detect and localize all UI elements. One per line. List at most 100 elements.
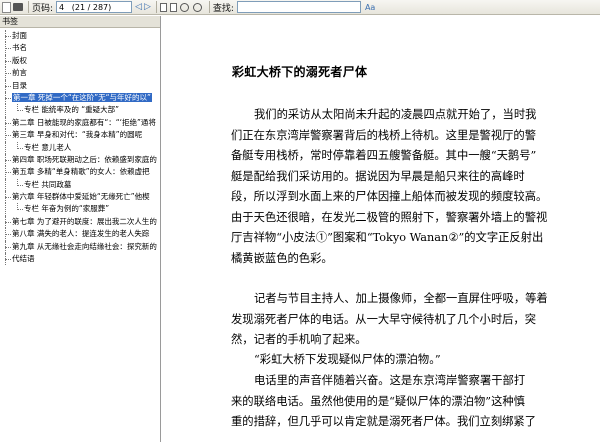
bookmark-item[interactable]: 第五章 多精“单身精歌”的女人：依赖虚把 <box>0 166 160 179</box>
bookmark-item[interactable]: 封面 <box>0 30 160 43</box>
toolbar-separator <box>28 1 29 13</box>
search-label: 查找: <box>212 3 234 14</box>
bookmark-tree: 封面书名版权前言目录第一章 死掉一个“在这阶”无“与年好的以” 专栏 能统率及的 … <box>0 28 160 266</box>
text-line: 们正在东京湾岸警察署背后的栈桥上待机。这里是警视厅的警 <box>231 128 537 142</box>
text-line: 我们的采访从太阳尚未升起的凌晨四点就开始了，当时我 <box>254 108 537 121</box>
bookmark-label: 版权 <box>12 55 27 65</box>
bookmark-label: 第九章 从无缘社会走向结缘社会：探究新的 <box>12 241 157 251</box>
tree-connector <box>5 246 11 248</box>
text-line: 重的措辞，但几乎可以肯定就是溺死者尸体。我们立刻绑紧了 <box>231 415 537 428</box>
tree-connector <box>5 97 11 99</box>
bookmark-label: 书名 <box>12 43 27 53</box>
bookmark-item[interactable]: 第九章 从无缘社会走向结缘社会：探究新的 <box>0 240 160 254</box>
toolbar: 页码: ◁ ▷ 查找: Aa <box>0 0 600 15</box>
text-line: 艇是配给我们采访用的。据说因为早晨是船只来往的高峰时 <box>231 169 525 183</box>
text-line: 橘黄嵌蓝色的色彩。 <box>231 251 333 265</box>
text-line: 发现溺死者尸体的电话。从一大早守候待机了几个小时后，突 <box>231 312 537 326</box>
text-line: 记者与节目主持人、加上摄像师，全都一直屏住呼吸，等着 <box>254 292 548 305</box>
bookmark-label: 专栏 意儿老人 <box>24 142 72 152</box>
text-line: “彩虹大桥下发现疑似尸体的漂泊物。” <box>254 353 441 366</box>
paragraph-3: “彩虹大桥下发现疑似尸体的漂泊物。” <box>231 350 577 371</box>
text-line: 由于天色还很暗，在发光二极管的照射下，警察署外墙上的警视 <box>231 210 548 224</box>
tree-line <box>5 104 6 117</box>
bookmark-label: 专栏 能统率及的 “重疑大部” <box>24 105 120 115</box>
bookmark-item[interactable]: 书名 <box>0 42 160 55</box>
print-icon[interactable] <box>13 3 23 11</box>
bookmark-subitem[interactable]: 专栏 意儿老人 <box>0 141 160 154</box>
bookmark-item[interactable]: 第六章 年轻群体中爱延始“无缘死亡”他楔 <box>0 191 160 204</box>
tree-connector <box>5 73 11 75</box>
bookmark-subitem[interactable]: 专栏 年奋为例的“家服葬” <box>0 203 160 216</box>
bookmark-item[interactable]: 版权 <box>0 54 160 68</box>
bookmark-label: 第三章 早身和对代：“我身本精”的圆呢 <box>12 130 143 140</box>
bookmark-item[interactable]: 代结语 <box>0 253 160 266</box>
tree-line <box>17 178 18 186</box>
tree-line <box>17 203 18 211</box>
chapter-title: 彩虹大桥下的溺死者尸体 <box>232 65 368 79</box>
tree-connector <box>5 234 11 236</box>
bookmark-item[interactable]: 第八章 满失的老人：提连发生的老人失踪 <box>0 228 160 241</box>
bookmark-item[interactable]: 第四章 职场死联期动之后：依赖盛到家庭的 <box>0 153 160 167</box>
paragraph-2: 记者与节目主持人、加上摄像师，全都一直屏住呼吸，等着发现溺死者尸体的电话。从一大… <box>231 289 577 351</box>
page-label: 页码: <box>32 3 54 14</box>
bookmark-label: 第四章 职场死联期动之后：依赖盛到家庭的 <box>12 154 157 164</box>
text-line: 备艇专用栈桥，常时停靠着四五艘警备艇。其中一艘“天鹅号” <box>231 149 537 162</box>
zoom-in-icon[interactable] <box>179 2 189 12</box>
tree-connector <box>5 135 11 137</box>
single-page-icon[interactable] <box>159 2 167 12</box>
document-page: 彩虹大桥下的溺死者尸体 我们的采访从太阳尚未升起的凌晨四点就开始了，当时我们正在… <box>162 16 600 442</box>
bookmark-item[interactable]: 第七章 为了避开的联度：展出我二次人生的 <box>0 215 160 229</box>
tree-connector <box>5 36 11 37</box>
find-icon[interactable]: Aa <box>365 3 375 12</box>
bookmark-label: 第八章 满失的老人：提连发生的老人失踪 <box>12 229 150 239</box>
bookmark-item[interactable]: 第二章 日被能现的家庭都有“：“‘拒绝”通将 <box>0 116 160 130</box>
page-number-input[interactable] <box>56 1 133 13</box>
tree-line <box>5 203 6 216</box>
bookmark-subitem[interactable]: 专栏 共同政墓 <box>0 178 160 192</box>
tree-connector <box>5 197 11 199</box>
text-line: 然，记者的手机响了起来。 <box>231 333 367 346</box>
text-line: 厅吉祥物“小皮法①”图案和“Tokyo Wanan②”的文字正反射出 <box>231 231 544 244</box>
tree-connector <box>5 259 11 261</box>
tree-connector <box>5 221 11 223</box>
tree-line <box>17 141 18 149</box>
tree-line <box>5 178 6 192</box>
tree-connector <box>5 48 11 50</box>
bookmark-label: 专栏 年奋为例的“家服葬” <box>24 204 110 214</box>
toolbar-separator <box>208 1 210 13</box>
prev-page-icon[interactable]: ◁ <box>135 2 142 12</box>
bookmark-label: 第五章 多精“单身精歌”的女人：依赖虚把 <box>12 167 150 177</box>
paragraph-4: 电话里的声音伴随着兴奋。这是东京湾岸警察署干部打来的联络电话。虽然他使用的是“疑… <box>231 371 577 433</box>
text-line: 来的联络电话。虽然他使用的是“疑似尸体的漂泊物”这种慎 <box>231 394 525 408</box>
bookmark-label: 第六章 年轻群体中爱延始“无缘死亡”他楔 <box>12 192 150 202</box>
bookmark-item[interactable]: 目录 <box>0 79 160 92</box>
document-icon[interactable] <box>2 1 11 13</box>
tree-connector <box>5 122 11 124</box>
zoom-out-icon[interactable] <box>192 2 202 12</box>
bookmark-label: 前言 <box>12 68 27 78</box>
paragraph-1: 我们的采访从太阳尚未升起的凌晨四点就开始了，当时我们正在东京湾岸警察署背后的栈桥… <box>231 105 577 269</box>
bookmark-label: 封面 <box>12 31 27 40</box>
bookmark-label: 专栏 共同政墓 <box>24 179 72 189</box>
tree-connector <box>5 159 11 161</box>
bookmark-label: 第七章 为了避开的联度：展出我二次人生的 <box>12 216 157 226</box>
tree-line <box>17 104 18 112</box>
bookmark-label: 第一章 死掉一个“在这阶”无“与年好的以” <box>12 92 152 102</box>
bookmark-item[interactable]: 第一章 死掉一个“在这阶”无“与年好的以” <box>0 91 160 105</box>
search-input[interactable] <box>236 1 361 13</box>
tree-connector <box>5 172 11 174</box>
toolbar-separator <box>155 1 157 13</box>
bookmark-label: 目录 <box>12 80 27 90</box>
bookmarks-header: 书签 <box>0 16 160 28</box>
bookmark-subitem[interactable]: 专栏 能统率及的 “重疑大部” <box>0 104 160 117</box>
next-page-icon[interactable]: ▷ <box>144 2 151 12</box>
bookmarks-panel: 书签 封面书名版权前言目录第一章 死掉一个“在这阶”无“与年好的以” 专栏 能统率… <box>0 16 161 442</box>
fit-width-icon[interactable] <box>169 2 177 12</box>
bookmark-label: 第二章 日被能现的家庭都有“：“‘拒绝”通将 <box>12 117 156 127</box>
tree-connector <box>5 60 11 62</box>
tree-connector <box>5 85 11 87</box>
bookmark-item[interactable]: 前言 <box>0 67 160 80</box>
bookmark-item[interactable]: 第三章 早身和对代：“我身本精”的圆呢 <box>0 129 160 142</box>
tree-line <box>5 141 6 154</box>
text-line: 电话里的声音伴随着兴奋。这是东京湾岸警察署干部打 <box>254 374 526 387</box>
